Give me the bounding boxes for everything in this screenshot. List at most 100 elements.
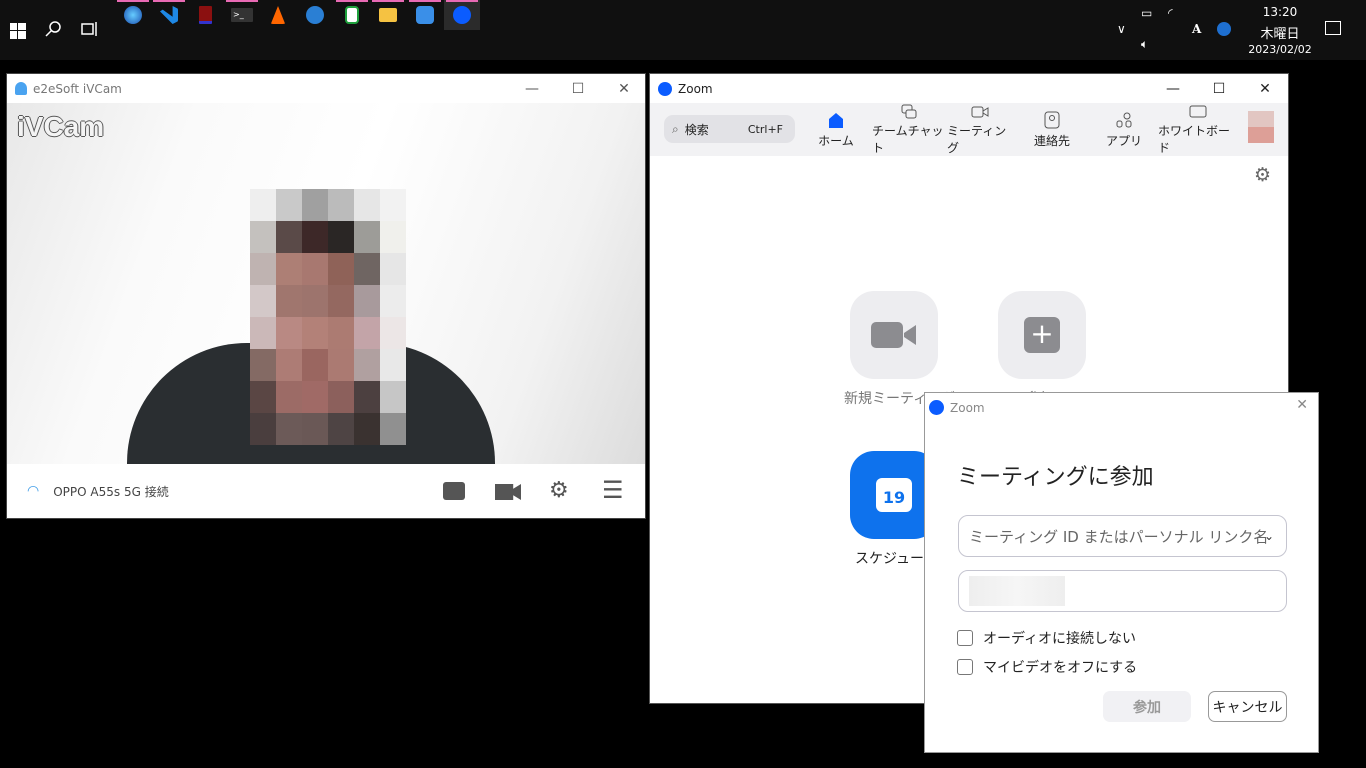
minimize-button[interactable]: —	[1150, 74, 1196, 103]
join-meeting-dialog: Zoom ✕ ミーティングに参加 ミーティング ID またはパーソナル リンク名…	[924, 392, 1319, 753]
menu-icon[interactable]: ☰	[602, 476, 624, 504]
mosaic-cell	[250, 317, 276, 349]
book-icon	[198, 6, 212, 24]
plus-icon: +	[1024, 317, 1060, 353]
clock-time[interactable]: 13:20	[1240, 5, 1320, 19]
show-hidden-icons-button[interactable]: ∨	[1117, 22, 1126, 36]
search-label: 検索	[684, 122, 709, 137]
start-button[interactable]	[0, 18, 36, 44]
tab-label: ホワイトボード	[1158, 124, 1231, 155]
mosaic-cell	[354, 381, 380, 413]
new-meeting-button[interactable]	[850, 291, 938, 379]
minimize-button[interactable]: —	[509, 74, 555, 103]
ivcam-title: e2eSoft iVCam	[33, 81, 122, 96]
search-button[interactable]	[44, 20, 62, 42]
taskbar-thunderbird[interactable]	[297, 0, 333, 30]
no-audio-checkbox[interactable]: オーディオに接続しない	[957, 628, 1136, 648]
taskbar-vlc[interactable]	[260, 0, 296, 30]
tab-home[interactable]: ホーム	[810, 103, 862, 156]
dialog-heading: ミーティングに参加	[957, 465, 1154, 490]
tab-team-chat[interactable]: チームチャット	[872, 103, 946, 156]
mosaic-cell	[328, 381, 354, 413]
task-view-button[interactable]	[80, 20, 98, 42]
taskbar-browser[interactable]	[115, 0, 151, 30]
volume-icon[interactable]: 🔈︎	[1141, 37, 1148, 52]
maximize-button[interactable]: ☐	[1196, 74, 1242, 103]
camera-snapshot-icon[interactable]	[443, 482, 465, 500]
mosaic-cell	[328, 349, 354, 381]
chevron-down-icon: ⌄	[1263, 529, 1274, 543]
settings-gear-icon[interactable]: ⚙	[549, 478, 569, 503]
connection-status: OPPO A55s 5G 接続	[53, 484, 169, 499]
mosaic-cell	[354, 413, 380, 445]
camera-video-feed: iVCam	[7, 103, 645, 464]
mosaic-cell	[328, 221, 354, 253]
mosaic-cell	[380, 381, 406, 413]
mosaic-cell	[354, 189, 380, 221]
taskbar-file-explorer[interactable]	[370, 0, 406, 30]
wifi-icon[interactable]: ◜	[1168, 6, 1173, 20]
taskbar-zoom[interactable]	[444, 0, 480, 30]
dialog-title: Zoom	[950, 400, 985, 415]
mosaic-cell	[328, 317, 354, 349]
taskbar: >_ ∨ ▭ ◜ 🔈︎ A 13:20 木曜日 2023/02/02	[0, 0, 1366, 60]
display-name-input[interactable]	[958, 570, 1287, 612]
mosaic-cell	[380, 349, 406, 381]
search-shortcut: Ctrl+F	[747, 122, 783, 136]
notification-icon[interactable]	[1325, 21, 1341, 35]
taskbar-vscode[interactable]	[151, 0, 187, 30]
tab-label: 連絡先	[1033, 133, 1070, 148]
search-icon	[45, 21, 61, 37]
mosaic-cell	[380, 317, 406, 349]
search-box[interactable]: ⌕ 検索 Ctrl+F	[664, 115, 795, 143]
mosaic-cell	[250, 349, 276, 381]
close-button[interactable]: ✕	[1296, 397, 1308, 413]
mosaic-cell	[250, 285, 276, 317]
tab-apps[interactable]: アプリ	[1098, 103, 1150, 156]
maximize-button[interactable]: ☐	[555, 74, 601, 103]
cancel-button[interactable]: キャンセル	[1208, 691, 1287, 722]
taskbar-ivcam[interactable]	[407, 0, 443, 30]
mosaic-cell	[354, 285, 380, 317]
tab-contacts[interactable]: 連絡先	[1022, 103, 1082, 156]
spreadsheet-icon	[345, 6, 359, 24]
search-icon: ⌕	[672, 121, 679, 136]
video-record-icon[interactable]	[495, 484, 521, 500]
mosaic-cell	[380, 253, 406, 285]
taskbar-book[interactable]	[187, 0, 223, 30]
video-off-checkbox[interactable]: マイビデオをオフにする	[957, 657, 1137, 677]
windows-icon	[10, 23, 26, 39]
mosaic-cell	[250, 189, 276, 221]
taskbar-terminal[interactable]: >_	[224, 0, 260, 30]
dialog-titlebar[interactable]: Zoom	[925, 393, 1318, 422]
clock-date[interactable]: 2023/02/02	[1240, 43, 1320, 56]
meeting-id-placeholder: ミーティング ID またはパーソナル リンク名	[969, 527, 1269, 546]
mosaic-cell	[328, 285, 354, 317]
profile-avatar[interactable]	[1248, 111, 1274, 143]
mosaic-cell	[328, 189, 354, 221]
zoom-toolbar: ⌕ 検索 Ctrl+F ホーム チームチャット ミーティング 連絡先 アプリ ホ…	[650, 103, 1288, 156]
thunderbird-icon	[306, 6, 324, 24]
close-button[interactable]: ✕	[1242, 74, 1288, 103]
copilot-icon[interactable]	[1217, 22, 1231, 36]
join-button[interactable]: +	[998, 291, 1086, 379]
meeting-id-select[interactable]: ミーティング ID またはパーソナル リンク名 ⌄	[958, 515, 1287, 557]
checkbox-box[interactable]	[957, 659, 973, 675]
mosaic-cell	[276, 221, 302, 253]
battery-icon[interactable]: ▭	[1141, 6, 1152, 20]
tab-whiteboard[interactable]: ホワイトボード	[1158, 103, 1238, 156]
mosaic-cell	[250, 413, 276, 445]
apps-icon	[1116, 112, 1132, 127]
settings-gear-icon[interactable]: ⚙	[1254, 164, 1271, 186]
checkbox-box[interactable]	[957, 630, 973, 646]
taskbar-spreadsheet[interactable]	[334, 0, 370, 30]
calendar-icon: 19	[876, 478, 912, 512]
close-button[interactable]: ✕	[601, 74, 647, 103]
join-submit-button[interactable]: 参加	[1103, 691, 1191, 722]
tab-label: ミーティング	[947, 124, 1007, 155]
clock-weekday[interactable]: 木曜日	[1240, 23, 1320, 42]
wifi-icon: ◠	[27, 483, 40, 499]
tab-meetings[interactable]: ミーティング	[947, 103, 1013, 156]
ime-indicator[interactable]: A	[1192, 22, 1201, 36]
mosaic-cell	[250, 253, 276, 285]
